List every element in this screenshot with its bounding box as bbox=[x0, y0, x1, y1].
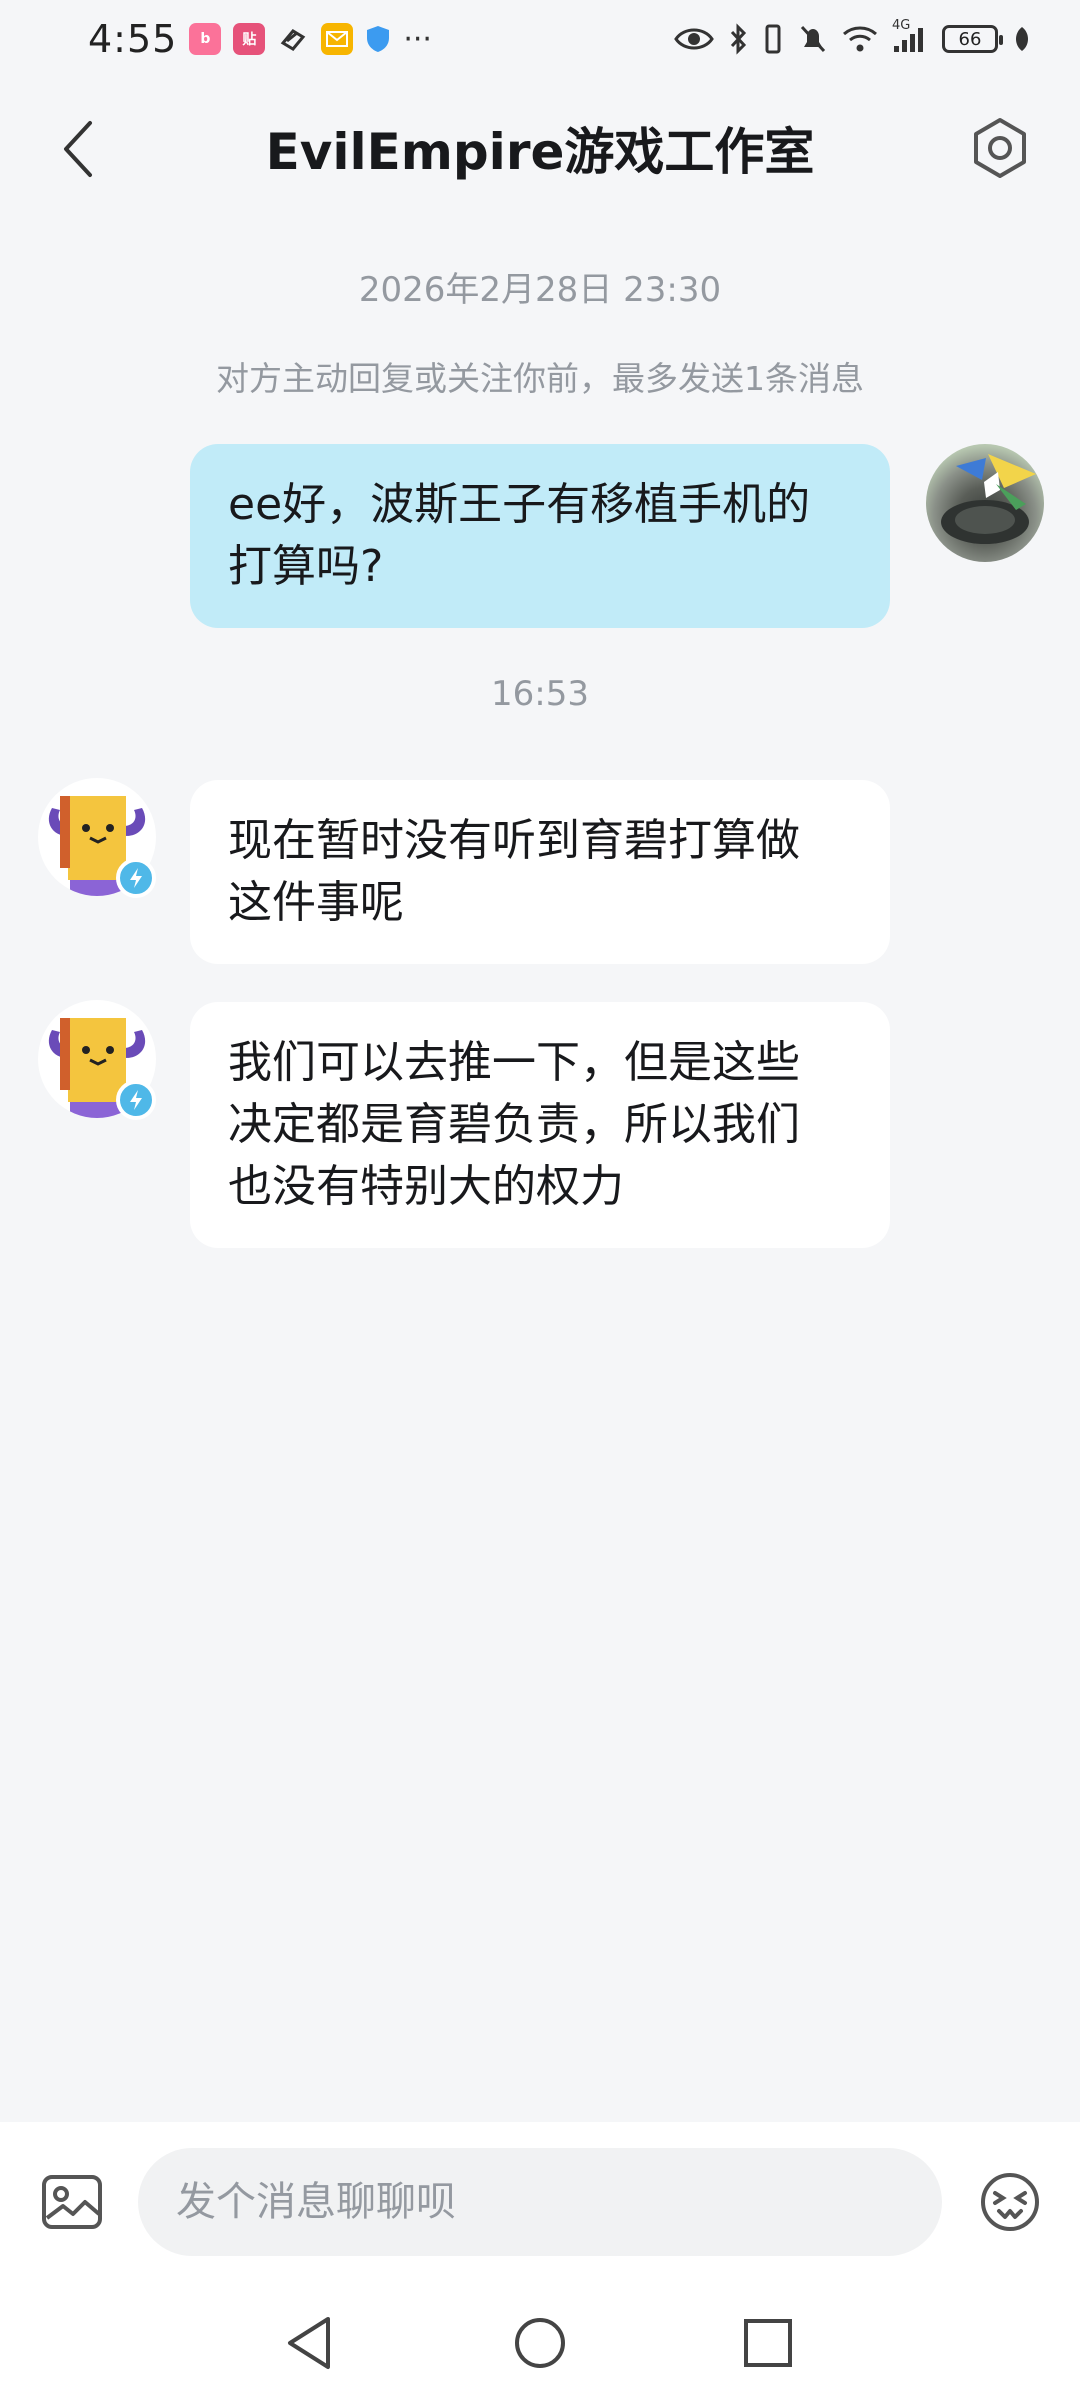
mail-icon bbox=[321, 23, 354, 55]
message-line: 也没有特别大的权力 bbox=[228, 1161, 624, 1212]
message-input-bar bbox=[0, 2122, 1080, 2282]
leaf-icon bbox=[1012, 25, 1032, 53]
more-indicator: ··· bbox=[403, 21, 432, 57]
tieba-badge-icon: 贴 bbox=[233, 23, 266, 55]
phone-link-icon bbox=[277, 23, 309, 55]
page-title: EvilEmpire游戏工作室 bbox=[265, 123, 815, 181]
verified-badge-icon bbox=[116, 858, 156, 898]
status-right: 4G 66 bbox=[674, 18, 1032, 55]
bluetooth-icon bbox=[728, 23, 748, 55]
title-bar: EvilEmpire游戏工作室 bbox=[0, 78, 1080, 218]
network-type-label: 4G bbox=[892, 18, 911, 33]
settings-button[interactable] bbox=[960, 108, 1040, 188]
chat-timestamp: 2026年2月28日 23:30 bbox=[358, 270, 722, 310]
settings-hexagon-icon bbox=[974, 118, 1026, 178]
my-avatar[interactable] bbox=[926, 444, 1044, 562]
message-line: 决定都是育碧负责，所以我们 bbox=[228, 1099, 800, 1150]
message-input[interactable] bbox=[138, 2148, 942, 2256]
chat-notice: 对方主动回复或关注你前，最多发送1条消息 bbox=[216, 359, 864, 398]
back-button[interactable] bbox=[48, 114, 108, 184]
nav-back-button[interactable] bbox=[274, 2308, 344, 2378]
image-button[interactable] bbox=[38, 2168, 106, 2236]
signal-icon: 4G bbox=[892, 18, 928, 54]
triangle-back-icon bbox=[288, 2317, 330, 2369]
mute-bell-icon bbox=[798, 23, 828, 55]
bilibili-badge-icon: b bbox=[189, 23, 222, 55]
eye-icon bbox=[674, 25, 714, 53]
message-line: ee好，波斯王子有移植手机的 bbox=[228, 479, 811, 530]
nav-home-button[interactable] bbox=[505, 2308, 575, 2378]
shield-icon bbox=[365, 24, 391, 54]
status-bar: 4:55 b 贴 ··· 4G 66 bbox=[0, 0, 1080, 78]
battery-indicator: 66 bbox=[942, 25, 1003, 53]
avatar-image-icon bbox=[941, 454, 1036, 544]
chat-area[interactable]: 2026年2月28日 23:30 对方主动回复或关注你前，最多发送1条消息 ee… bbox=[0, 218, 1080, 2118]
message-line: 我们可以去推一下，但是这些 bbox=[228, 1037, 800, 1088]
status-time: 4:55 bbox=[88, 17, 178, 61]
incoming-message-bubble[interactable]: 我们可以去推一下，但是这些 决定都是育碧负责，所以我们 也没有特别大的权力 bbox=[190, 1002, 890, 1248]
wifi-icon bbox=[842, 24, 878, 54]
emoji-button[interactable] bbox=[976, 2168, 1044, 2236]
emoji-icon bbox=[981, 2173, 1039, 2231]
back-arrow-icon bbox=[64, 121, 92, 177]
vibrate-icon bbox=[762, 23, 784, 55]
image-icon bbox=[42, 2175, 102, 2229]
chat-timestamp: 16:53 bbox=[491, 674, 589, 714]
verified-badge-icon bbox=[116, 1080, 156, 1120]
status-left: 4:55 b 贴 ··· bbox=[88, 17, 432, 61]
nav-recents-button[interactable] bbox=[733, 2308, 803, 2378]
square-recents-icon bbox=[744, 2319, 792, 2367]
outgoing-message-bubble[interactable]: ee好，波斯王子有移植手机的 打算吗? bbox=[190, 444, 890, 628]
incoming-message-bubble[interactable]: 现在暂时没有听到育碧打算做 这件事呢 bbox=[190, 780, 890, 964]
message-line: 现在暂时没有听到育碧打算做 bbox=[228, 815, 800, 866]
battery-level: 66 bbox=[958, 28, 982, 50]
message-line: 打算吗? bbox=[228, 541, 384, 592]
circle-home-icon bbox=[515, 2318, 565, 2368]
system-navigation-bar bbox=[0, 2282, 1080, 2400]
message-line: 这件事呢 bbox=[228, 877, 404, 928]
